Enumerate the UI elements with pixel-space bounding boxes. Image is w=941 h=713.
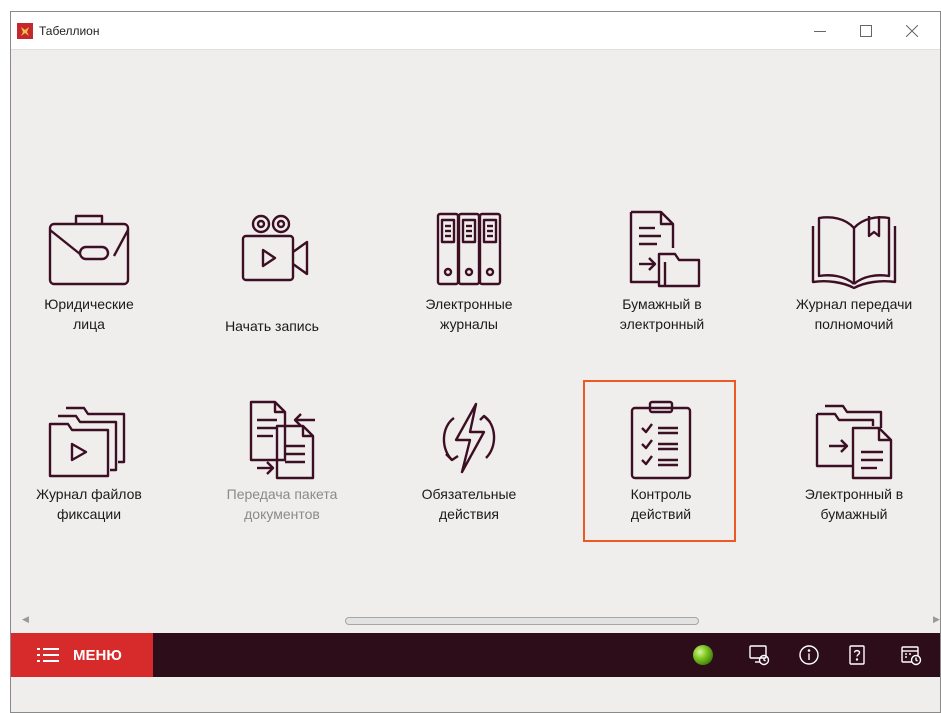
menu-label: МЕНЮ (73, 646, 122, 664)
help-icon (849, 645, 865, 665)
folder-to-document-icon (815, 404, 893, 480)
tile-start-recording[interactable]: Начать запись (197, 206, 347, 336)
binders-icon (436, 212, 502, 286)
schedule-button[interactable] (899, 643, 923, 667)
remote-session-button[interactable] (747, 643, 771, 667)
tile-label: Юридические лица (44, 296, 134, 332)
title-bar: Табеллион (11, 12, 940, 50)
tile-fixation-files-journal[interactable]: Журнал файлов фиксации (14, 396, 164, 524)
maximize-button[interactable] (843, 12, 889, 50)
tile-label: Передача пакета документов (226, 486, 338, 522)
info-icon (799, 645, 819, 665)
tile-mandatory-actions[interactable]: Обязательные действия (394, 396, 544, 524)
scroll-left-icon[interactable]: ◀ (22, 614, 29, 625)
maximize-icon (860, 25, 872, 37)
info-button[interactable] (797, 643, 821, 667)
window-title: Табеллион (39, 24, 100, 38)
tile-electronic-journals[interactable]: Электронные журналы (394, 206, 544, 334)
status-dot-icon (693, 645, 713, 665)
lightning-icon (442, 402, 496, 474)
tile-label: Электронные журналы (425, 296, 513, 332)
tile-label: Электронный в бумажный (804, 486, 904, 522)
main-area: Юридические лица Начать запись Электронн… (11, 50, 940, 634)
open-book-icon (811, 216, 897, 290)
tile-label: Обязательные действия (421, 486, 517, 522)
tile-electronic-to-paper[interactable]: Электронный в бумажный (779, 396, 929, 524)
scroll-thumb[interactable] (345, 617, 699, 625)
help-button[interactable] (845, 643, 869, 667)
tile-label: Журнал передачи полномочий (795, 296, 913, 332)
monitor-clock-icon (749, 645, 770, 666)
close-icon (906, 25, 918, 37)
app-window: Табеллион Юридические лица Начать запись… (10, 11, 941, 713)
bottom-bar: МЕНЮ (11, 633, 940, 677)
horizontal-scrollbar[interactable]: ◀ ▶ (11, 612, 940, 630)
tile-paper-to-electronic[interactable]: Бумажный в электронный (587, 206, 737, 334)
video-folder-icon (48, 406, 126, 478)
close-button[interactable] (889, 12, 935, 50)
status-indicator[interactable] (691, 643, 715, 667)
tile-powers-transfer-journal[interactable]: Журнал передачи полномочий (779, 206, 929, 334)
tile-label: Бумажный в электронный (619, 296, 705, 332)
briefcase-icon (48, 214, 130, 286)
checklist-icon (630, 400, 692, 480)
tile-label: Журнал файлов фиксации (36, 486, 142, 522)
menu-button[interactable]: МЕНЮ (11, 633, 153, 677)
minimize-icon (814, 31, 826, 32)
scroll-right-icon[interactable]: ▶ (933, 614, 940, 625)
app-logo-icon (17, 23, 33, 39)
tile-legal-entities[interactable]: Юридические лица (14, 206, 164, 334)
calendar-clock-icon (901, 646, 922, 666)
documents-transfer-icon (249, 400, 315, 480)
tile-documents-package-transfer[interactable]: Передача пакета документов (207, 396, 357, 524)
tile-actions-control[interactable]: Контроль действий (586, 396, 736, 524)
tile-label: Контроль действий (630, 486, 692, 522)
minimize-button[interactable] (797, 12, 843, 50)
hamburger-icon (37, 648, 59, 662)
video-camera-icon (241, 214, 309, 282)
document-to-folder-icon (629, 210, 701, 288)
tile-label: Начать запись (225, 318, 319, 334)
